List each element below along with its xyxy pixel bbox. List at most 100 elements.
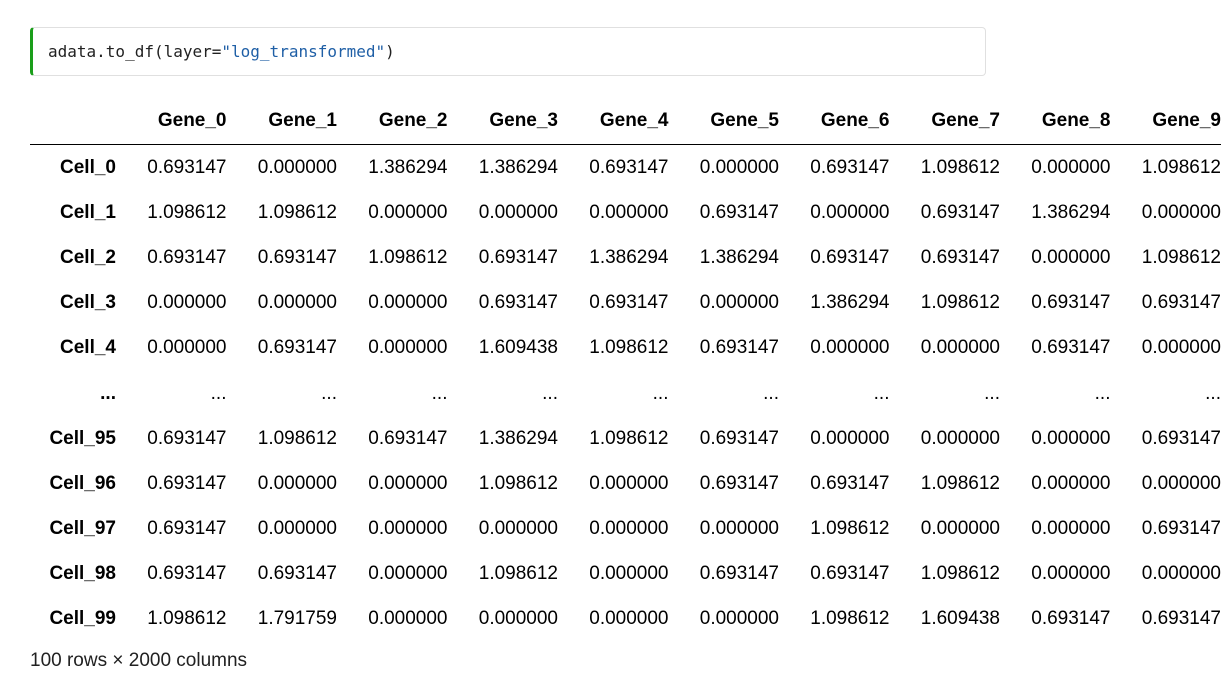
table-cell: 0.000000: [1141, 201, 1221, 223]
notebook-page: adata.to_df(layer= "log_transformed") Gen…: [0, 0, 1231, 694]
column-header: Gene_7: [889, 98, 1000, 145]
table-cell: 0.000000: [1031, 518, 1111, 540]
code-string-literal: "log_transformed": [221, 42, 386, 61]
table-cell: 0.693147: [699, 472, 779, 494]
table-cell: 0.693147: [810, 156, 890, 178]
table-cell: 0.693147: [699, 337, 779, 359]
table-cell: 1.098612: [589, 337, 669, 359]
table-row: Cell_98 0.693147 0.693147 0.000000 1.098612 0…: [30, 552, 1221, 597]
table-cell: 0.000000: [810, 201, 890, 223]
table-cell: 0.000000: [589, 608, 669, 630]
code-cell-input[interactable]: adata.to_df(layer= "log_transformed"): [30, 27, 986, 76]
table-cell: 1.386294: [478, 156, 558, 178]
table-cell: 0.000000: [1141, 337, 1221, 359]
table-cell: 1.386294: [589, 246, 669, 268]
table-cell: 1.098612: [147, 608, 227, 630]
table-cell: 1.098612: [810, 518, 890, 540]
table-cell: 0.693147: [1031, 292, 1111, 314]
column-header: Gene_3: [447, 98, 558, 145]
table-cell: 0.000000: [1031, 246, 1111, 268]
column-header: Gene_2: [337, 98, 448, 145]
table-cell: 1.386294: [699, 246, 779, 268]
table-cell: 0.000000: [1141, 472, 1221, 494]
table-row: Cell_1 1.098612 1.098612 0.000000 0.000000 0.…: [30, 190, 1221, 235]
column-header: Gene_6: [779, 98, 890, 145]
table-cell: ...: [984, 382, 1000, 404]
table-cell: 1.098612: [147, 201, 227, 223]
table-cell: 1.098612: [368, 246, 448, 268]
table-cell: 1.098612: [1141, 246, 1221, 268]
table-cell: 1.609438: [478, 337, 558, 359]
table-cell: ...: [1094, 382, 1111, 404]
table-cell: 0.000000: [368, 518, 448, 540]
table-cell: 0.000000: [147, 337, 227, 359]
table-cell: 0.693147: [147, 246, 227, 268]
row-index-label: Cell_98: [49, 563, 116, 585]
row-index-label: Cell_1: [60, 201, 116, 223]
table-cell: 0.000000: [920, 518, 1000, 540]
table-cell: 0.693147: [257, 337, 337, 359]
table-cell: 0.693147: [920, 201, 1000, 223]
table-cell: 0.693147: [699, 201, 779, 223]
table-cell: 0.693147: [147, 563, 227, 585]
table-cell: 0.000000: [478, 608, 558, 630]
table-cell: 1.098612: [920, 563, 1000, 585]
table-cell: 1.098612: [920, 292, 1000, 314]
table-cell: 0.693147: [368, 427, 448, 449]
table-cell: 0.693147: [1141, 608, 1221, 630]
table-cell: 0.000000: [368, 563, 448, 585]
table-cell: 0.000000: [1031, 156, 1111, 178]
table-cell: 0.693147: [589, 292, 669, 314]
table-cell: 0.000000: [147, 292, 227, 314]
table-cell: 0.693147: [147, 472, 227, 494]
header-row: Gene_0 Gene_1 Gene_2 Gene_3 Gene_4 Gene_5 Gene…: [30, 98, 1221, 145]
table-row: Cell_96 0.693147 0.000000 0.000000 1.098612 0…: [30, 461, 1221, 506]
table-cell: ...: [1205, 382, 1221, 404]
row-index-label: Cell_3: [60, 292, 116, 314]
table-row: Cell_99 1.098612 1.791759 0.000000 0.000000 0…: [30, 597, 1221, 642]
table-cell: 0.000000: [1031, 563, 1111, 585]
table-cell: 1.098612: [257, 427, 337, 449]
table-cell: 1.098612: [257, 201, 337, 223]
table-cell: 0.000000: [589, 201, 669, 223]
table-cell: 1.098612: [920, 472, 1000, 494]
table-cell: 0.000000: [478, 201, 558, 223]
row-index-label: Cell_99: [49, 608, 116, 630]
row-index-label: Cell_2: [60, 246, 116, 268]
dataframe-table: Gene_0 Gene_1 Gene_2 Gene_3 Gene_4 Gene_5 Gene…: [30, 98, 1221, 642]
row-index-label: Cell_0: [60, 156, 116, 178]
index-header: [30, 98, 116, 145]
table-cell: 1.098612: [1141, 156, 1221, 178]
table-cell: ...: [873, 382, 890, 404]
table-cell: 0.000000: [920, 337, 1000, 359]
table-cell: 1.386294: [478, 427, 558, 449]
table-cell: 0.000000: [810, 337, 890, 359]
table-body: Cell_0 0.693147 0.000000 1.386294 1.386294 0.…: [30, 145, 1221, 643]
table-cell: 1.609438: [920, 608, 1000, 630]
table-cell: 0.693147: [147, 156, 227, 178]
table-cell: 0.000000: [699, 156, 779, 178]
table-cell: 0.000000: [1031, 427, 1111, 449]
row-index-label: Cell_95: [49, 427, 116, 449]
table-cell: 0.000000: [699, 608, 779, 630]
table-cell: 1.098612: [920, 156, 1000, 178]
table-cell: 1.098612: [478, 472, 558, 494]
table-row: .................................: [30, 371, 1221, 416]
column-header: Gene_4: [558, 98, 669, 145]
table-cell: 1.791759: [257, 608, 337, 630]
table-cell: ...: [210, 382, 227, 404]
table-cell: 0.693147: [1141, 427, 1221, 449]
table-cell: 0.000000: [368, 472, 448, 494]
table-row: Cell_97 0.693147 0.000000 0.000000 0.000000 0…: [30, 507, 1221, 552]
table-cell: ...: [431, 382, 448, 404]
table-cell: 0.000000: [257, 518, 337, 540]
table-cell: 1.386294: [810, 292, 890, 314]
row-index-label: ...: [100, 382, 116, 404]
table-cell: 1.098612: [810, 608, 890, 630]
table-cell: 1.098612: [478, 563, 558, 585]
table-cell: 0.693147: [810, 246, 890, 268]
dataframe-shape-footer: 100 rows × 2000 columns: [30, 650, 248, 671]
row-index-label: Cell_4: [60, 337, 116, 359]
table-cell: 0.693147: [1141, 518, 1221, 540]
table-cell: 0.000000: [368, 608, 448, 630]
